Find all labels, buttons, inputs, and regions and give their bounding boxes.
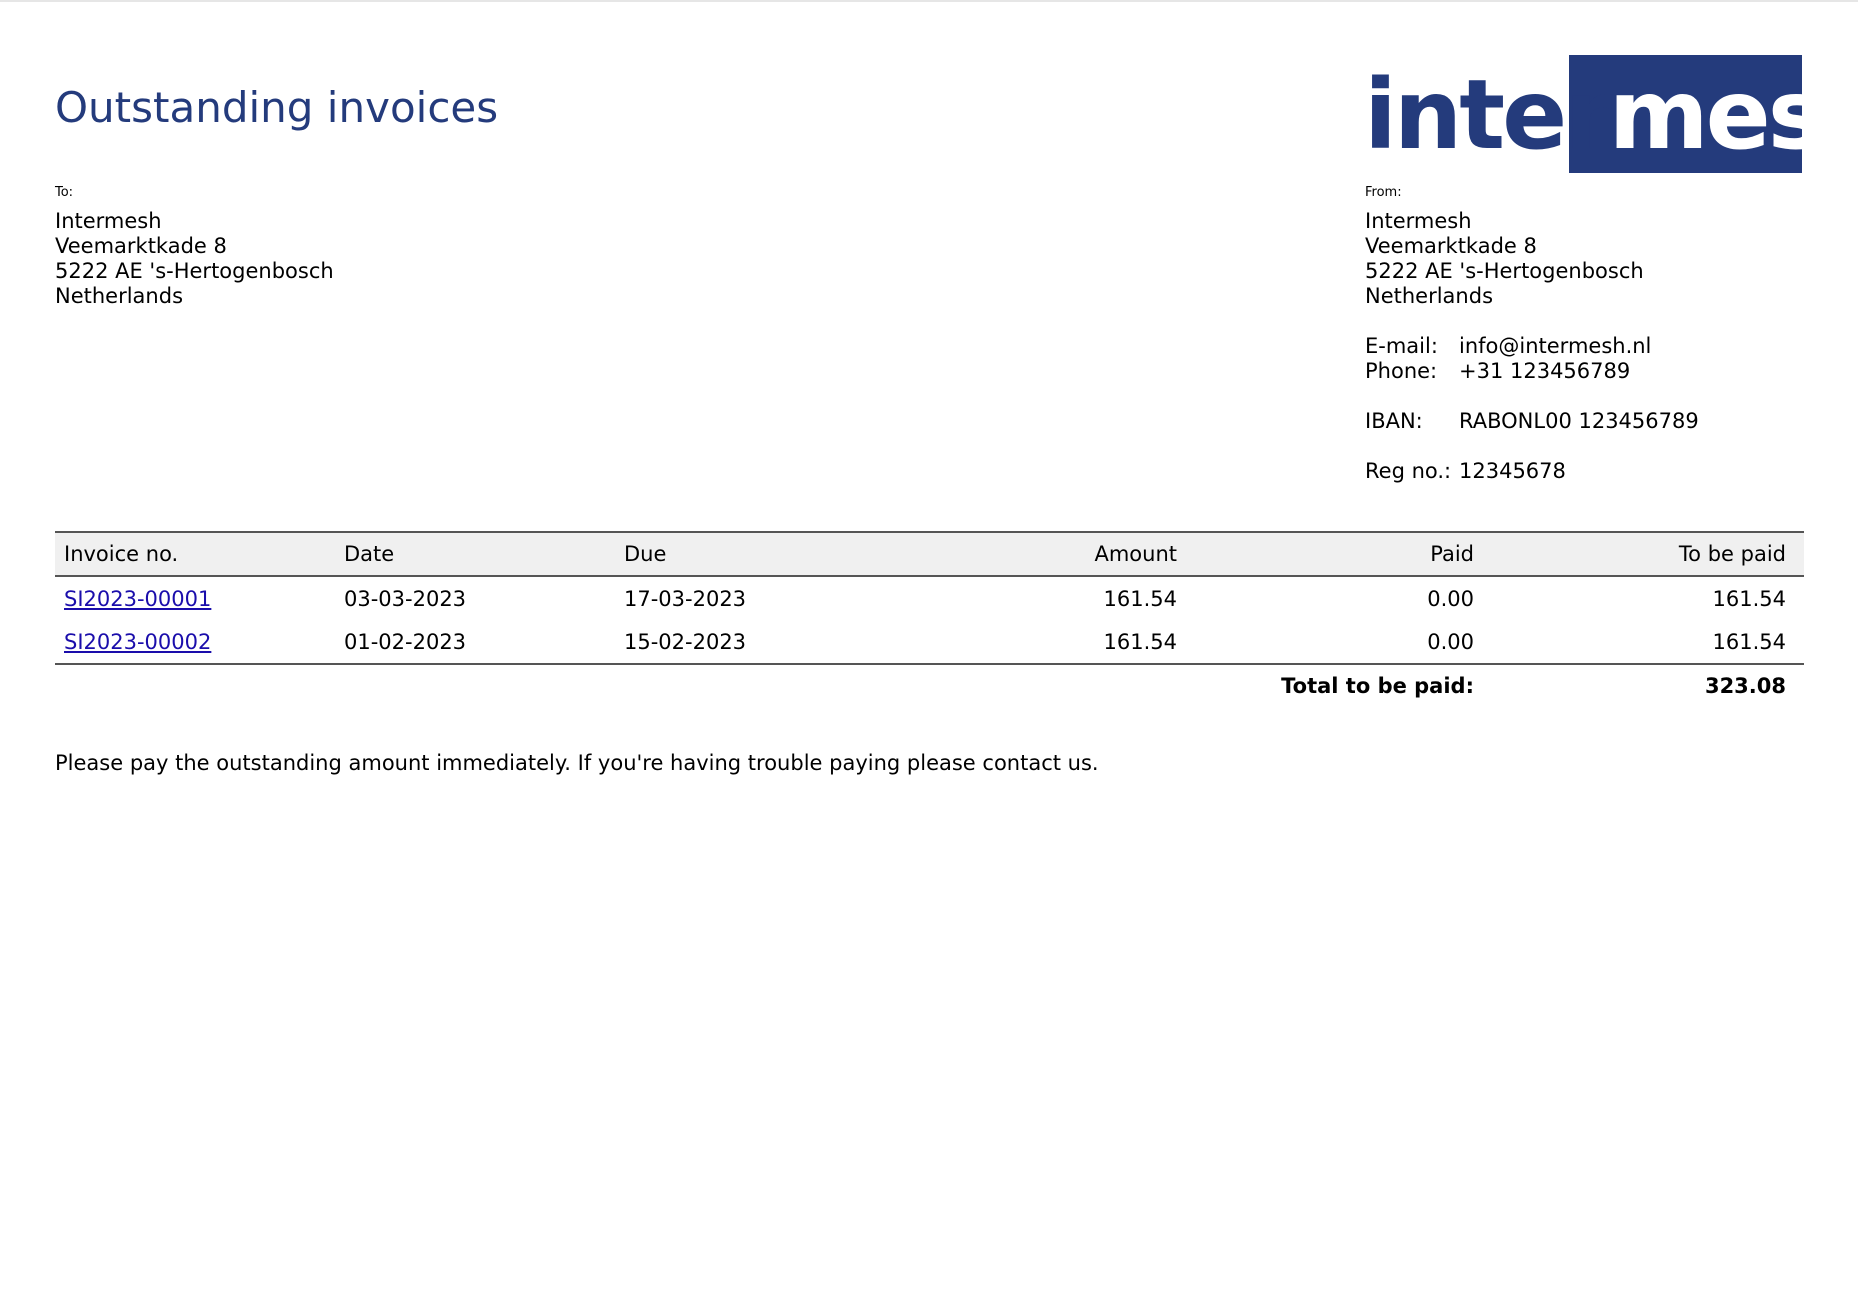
amount-cell: 161.54 bbox=[1103, 586, 1177, 611]
amount-cell: 161.54 bbox=[895, 620, 1195, 665]
due-cell: 17-03-2023 bbox=[624, 586, 747, 611]
intermesh-logo: intermesh bbox=[1364, 55, 1858, 173]
reg-row: Reg no.: 12345678 bbox=[1365, 459, 1699, 484]
table-row: SI2023-00002 01-02-2023 15-02-2023 161.5… bbox=[55, 620, 1804, 665]
col-header-amount: Amount bbox=[895, 531, 1195, 577]
total-label: Total to be paid: bbox=[1281, 674, 1474, 698]
page-title: Outstanding invoices bbox=[55, 83, 499, 133]
payment-note: Please pay the outstanding amount immedi… bbox=[55, 751, 1099, 775]
date-cell: 03-03-2023 bbox=[344, 586, 467, 611]
email-value: info@intermesh.nl bbox=[1459, 334, 1652, 358]
col-header-invoice-no: Invoice no. bbox=[55, 531, 335, 577]
total-value: 323.08 bbox=[1704, 674, 1786, 698]
col-header-to-be-paid: To be paid bbox=[1492, 531, 1804, 577]
col-header-date: Date bbox=[335, 531, 615, 577]
table-header-row: Invoice no. Date Due Amount Paid To be p… bbox=[55, 531, 1804, 577]
col-header-paid: Paid bbox=[1195, 531, 1492, 577]
invoice-link[interactable]: SI2023-00002 bbox=[64, 630, 211, 654]
table-row: SI2023-00001 03-03-2023 17-03-2023 161.5… bbox=[55, 576, 1804, 620]
email-row: E-mail: info@intermesh.nl bbox=[1365, 334, 1699, 359]
date-cell: 01-02-2023 bbox=[335, 620, 615, 665]
to-name: Intermesh bbox=[55, 209, 162, 233]
to-label: To: bbox=[55, 185, 74, 200]
to-country: Netherlands bbox=[55, 284, 184, 308]
logo-text-light: mesh bbox=[1608, 59, 1858, 171]
col-header-due: Due bbox=[615, 531, 895, 577]
invoice-no-cell: SI2023-00001 bbox=[55, 576, 335, 620]
to-be-paid-cell: 161.54 bbox=[1492, 620, 1804, 665]
sender-address: From: Intermesh Veemarktkade 8 5222 AE '… bbox=[1365, 185, 1699, 484]
iban-row: IBAN: RABONL00 123456789 bbox=[1365, 409, 1699, 434]
paid-cell: 0.00 bbox=[1195, 620, 1492, 665]
recipient-address: To: Intermesh Veemarktkade 8 5222 AE 's-… bbox=[55, 185, 334, 309]
to-be-paid-cell: 161.54 bbox=[1712, 586, 1786, 611]
phone-row: Phone: +31 123456789 bbox=[1365, 359, 1699, 384]
from-country: Netherlands bbox=[1365, 284, 1494, 308]
from-label: From: bbox=[1365, 185, 1402, 200]
email-label: E-mail: bbox=[1365, 334, 1438, 358]
phone-label: Phone: bbox=[1365, 359, 1438, 383]
reg-value: 12345678 bbox=[1459, 459, 1566, 483]
iban-label: IBAN: bbox=[1365, 409, 1423, 433]
to-city: 5222 AE 's-Hertogenbosch bbox=[55, 259, 334, 283]
contact-details: E-mail: info@intermesh.nl Phone: +31 123… bbox=[1365, 334, 1699, 484]
logo-text-dark: inter bbox=[1364, 59, 1612, 171]
paid-cell: 0.00 bbox=[1427, 586, 1474, 611]
reg-label: Reg no.: bbox=[1365, 459, 1452, 483]
to-street: Veemarktkade 8 bbox=[55, 234, 227, 258]
from-name: Intermesh bbox=[1365, 209, 1472, 233]
top-divider bbox=[0, 0, 1858, 2]
phone-value: +31 123456789 bbox=[1459, 359, 1631, 383]
from-city: 5222 AE 's-Hertogenbosch bbox=[1365, 259, 1644, 283]
invoices-table: Invoice no. Date Due Amount Paid To be p… bbox=[55, 531, 1804, 707]
iban-value: RABONL00 123456789 bbox=[1459, 409, 1699, 433]
logo-wordmark: intermesh bbox=[1364, 65, 1858, 165]
from-street: Veemarktkade 8 bbox=[1365, 234, 1537, 258]
invoice-link[interactable]: SI2023-00001 bbox=[64, 587, 211, 611]
due-cell: 15-02-2023 bbox=[615, 620, 895, 665]
total-row: Total to be paid: 323.08 bbox=[55, 664, 1804, 707]
invoice-no-cell: SI2023-00002 bbox=[55, 620, 335, 665]
